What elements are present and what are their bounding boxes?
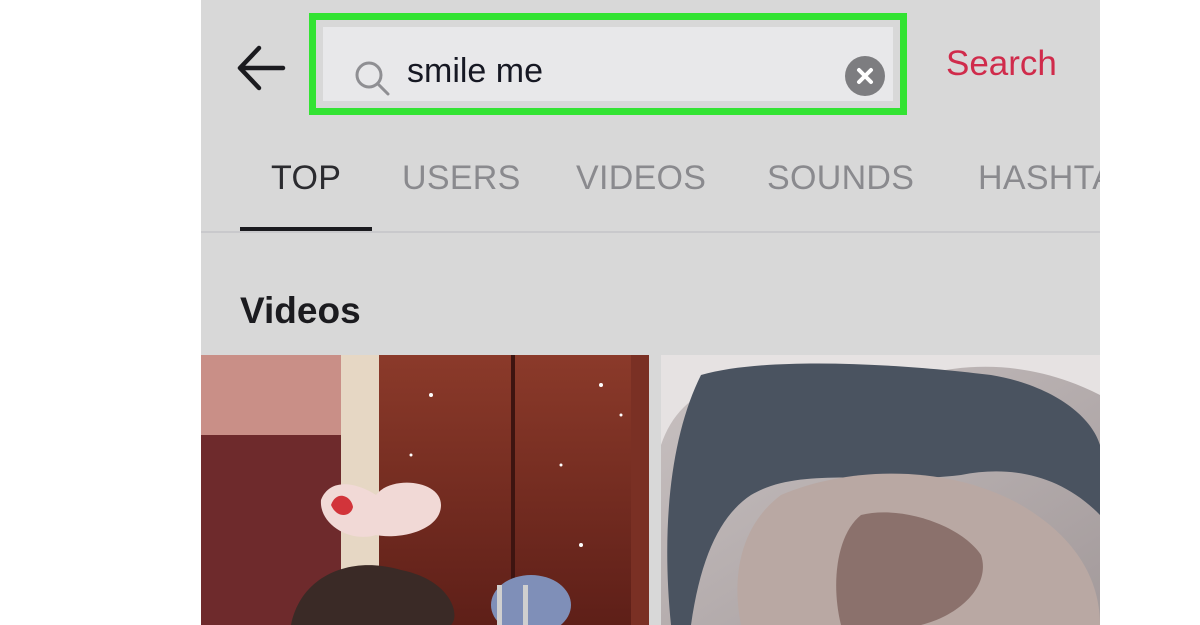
search-tabs: TOP USERS VIDEOS SOUNDS HASHTAGS: [201, 150, 1100, 232]
search-icon: [355, 61, 390, 96]
tabs-divider: [201, 231, 1100, 233]
search-bar[interactable]: [323, 27, 893, 115]
video-thumbnail[interactable]: [661, 355, 1100, 625]
back-button[interactable]: [235, 42, 287, 94]
search-highlight-box: [309, 13, 907, 115]
search-button[interactable]: Search: [946, 44, 1057, 84]
clear-search-button[interactable]: [845, 56, 885, 96]
tab-sounds[interactable]: SOUNDS: [767, 159, 914, 198]
back-arrow-icon: [237, 45, 286, 91]
tab-users[interactable]: USERS: [402, 159, 521, 198]
section-title-videos: Videos: [240, 290, 361, 331]
video-thumbnail-image: [201, 355, 649, 625]
clear-icon: [857, 68, 873, 84]
tab-hashtags[interactable]: HASHTAGS: [978, 159, 1100, 198]
video-thumbnail[interactable]: [201, 355, 649, 625]
tab-top[interactable]: TOP: [271, 159, 341, 198]
search-screen: Search TOP USERS VIDEOS SOUNDS HASHTAGS …: [201, 0, 1100, 625]
video-thumbnail-image: [661, 355, 1100, 625]
search-input[interactable]: [407, 27, 827, 115]
tab-videos[interactable]: VIDEOS: [576, 159, 706, 198]
